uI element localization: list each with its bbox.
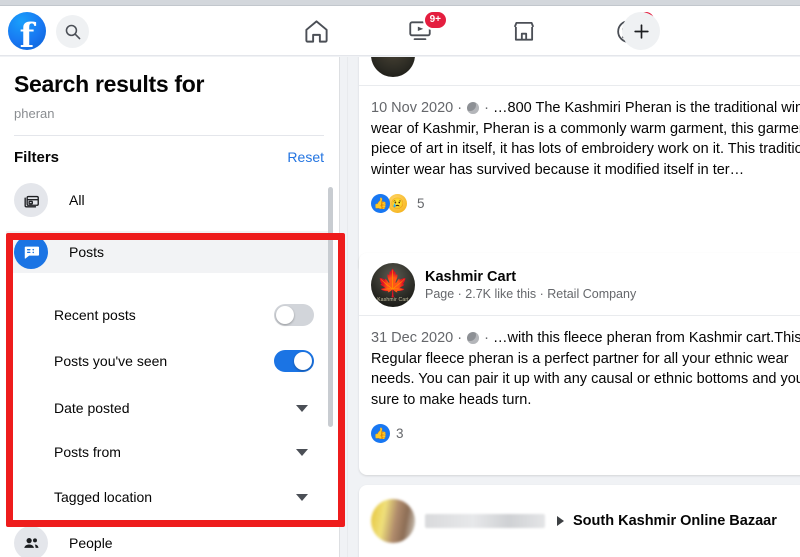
public-globe-icon [467, 102, 480, 114]
search-icon [65, 24, 81, 40]
filter-posts-from-label: Posts from [54, 444, 121, 460]
post-author-meta: Kashmir Cart Page · 2.7K like this · Ret… [425, 269, 636, 301]
home-icon [304, 19, 328, 43]
post-text-block: 10 Nov 2020 · · …800 The Kashmiri Pheran… [359, 86, 800, 180]
marketplace-icon [513, 21, 535, 41]
share-arrow-icon [557, 516, 564, 526]
filter-date-posted[interactable]: Date posted [54, 393, 314, 423]
facebook-logo-letter: f [19, 16, 35, 50]
post-author-subtitle: Page · 2.7K like this · Retail Company [425, 287, 637, 301]
recent-posts-toggle[interactable] [274, 304, 314, 326]
content-divider-line [347, 57, 348, 557]
like-reaction-icon: 👍 [371, 194, 390, 214]
all-results-icon [14, 183, 48, 217]
sidebar-item-posts-label: Posts [69, 244, 105, 260]
watch-badge: 9+ [422, 10, 448, 30]
posts-youve-seen-toggle[interactable] [274, 350, 314, 372]
post-meta-separator: · [457, 330, 467, 346]
search-filters-sidebar: Search results for pheran Filters Reset … [0, 57, 340, 557]
post-author-name[interactable]: Kashmir Cart [425, 269, 636, 285]
post-card: South Kashmir Online Bazaar [359, 485, 800, 557]
like-reaction-icon: 👍 [371, 424, 390, 444]
sidebar-item-people-label: People [69, 535, 113, 551]
filter-tagged-location[interactable]: Tagged location [54, 482, 314, 512]
avatar-brand-text: Kashmir Cart [377, 297, 409, 303]
filters-header: Filters Reset [14, 149, 324, 166]
post-date: 31 Dec 2020 [371, 330, 454, 346]
post-reactions[interactable]: 👍 3 [359, 410, 800, 455]
sad-reaction-icon: 😢 [388, 194, 407, 214]
post-date: 10 Nov 2020 [371, 100, 454, 116]
search-button[interactable] [56, 15, 89, 48]
reset-filters-link[interactable]: Reset [287, 149, 324, 165]
post-meta-separator-2: · [480, 330, 494, 346]
posts-icon [14, 235, 48, 269]
filter-posts-youve-seen[interactable]: Posts you've seen [54, 346, 314, 376]
header-nav: 9+ 1 [300, 6, 660, 56]
facebook-logo[interactable]: f [8, 12, 46, 50]
chevron-down-icon[interactable] [296, 448, 308, 456]
chevron-down-icon[interactable] [296, 493, 308, 501]
shared-group-name[interactable]: South Kashmir Online Bazaar [573, 513, 777, 529]
reaction-count: 5 [417, 196, 425, 212]
app-header: f 9+ [0, 6, 800, 56]
post-meta-separator: · [457, 100, 467, 116]
leaf-logo-icon: 🍁 [376, 268, 410, 298]
post-author-row[interactable]: 🍁 Kashmir Cart Kashmir Cart Page · 2.7K … [359, 253, 800, 315]
create-button[interactable] [622, 12, 660, 50]
post-meta-separator-2: · [480, 100, 494, 116]
post-text-block: 31 Dec 2020 · · …with this fleece pheran… [359, 316, 800, 410]
sidebar-item-all[interactable]: All [6, 179, 328, 221]
marketplace-nav-button[interactable] [508, 15, 540, 47]
post-reactions[interactable]: 👍 😢 5 [359, 180, 800, 225]
avatar[interactable] [371, 499, 415, 543]
reaction-count: 3 [396, 426, 404, 442]
toggle-knob [294, 352, 312, 370]
redacted-author-name [425, 514, 545, 528]
filter-posts-youve-seen-label: Posts you've seen [54, 353, 168, 369]
people-icon [14, 526, 48, 557]
sidebar-item-people[interactable]: People [6, 522, 328, 557]
sidebar-item-posts[interactable]: Posts [6, 231, 328, 273]
post-author-row[interactable]: South Kashmir Online Bazaar [359, 485, 800, 557]
facebook-search-results-page: f 9+ Search results for pheran Filters R… [0, 0, 800, 557]
avatar[interactable]: 🍁 Kashmir Cart [371, 263, 415, 307]
speech-bubble-icon [24, 246, 39, 259]
sidebar-scrollbar[interactable] [328, 187, 333, 427]
post-author-row[interactable] [359, 57, 800, 85]
filter-posts-from[interactable]: Posts from [54, 437, 314, 467]
stacked-cards-icon [23, 195, 39, 208]
sidebar-divider-line [339, 57, 340, 557]
filter-recent-posts[interactable]: Recent posts [54, 300, 314, 330]
post-card: 10 Nov 2020 · · …800 The Kashmiri Pheran… [359, 57, 800, 273]
filter-date-posted-label: Date posted [54, 400, 130, 416]
search-results-feed: 10 Nov 2020 · · …800 The Kashmiri Pheran… [347, 57, 800, 557]
filters-label: Filters [14, 149, 60, 166]
sidebar-item-all-label: All [69, 192, 85, 208]
post-card: 🍁 Kashmir Cart Kashmir Cart Page · 2.7K … [359, 253, 800, 475]
watch-nav-button[interactable]: 9+ [404, 10, 448, 47]
search-query-text: pheran [14, 106, 55, 121]
toggle-knob [276, 306, 294, 324]
two-persons-icon [23, 537, 38, 548]
chevron-down-icon[interactable] [296, 404, 308, 412]
public-globe-icon [467, 332, 480, 344]
avatar[interactable] [371, 57, 415, 77]
filter-recent-posts-label: Recent posts [54, 307, 136, 323]
home-nav-button[interactable] [300, 15, 332, 47]
plus-icon [633, 23, 649, 39]
sidebar-divider [14, 135, 324, 136]
page-title: Search results for [14, 71, 205, 97]
filter-tagged-location-label: Tagged location [54, 489, 153, 505]
